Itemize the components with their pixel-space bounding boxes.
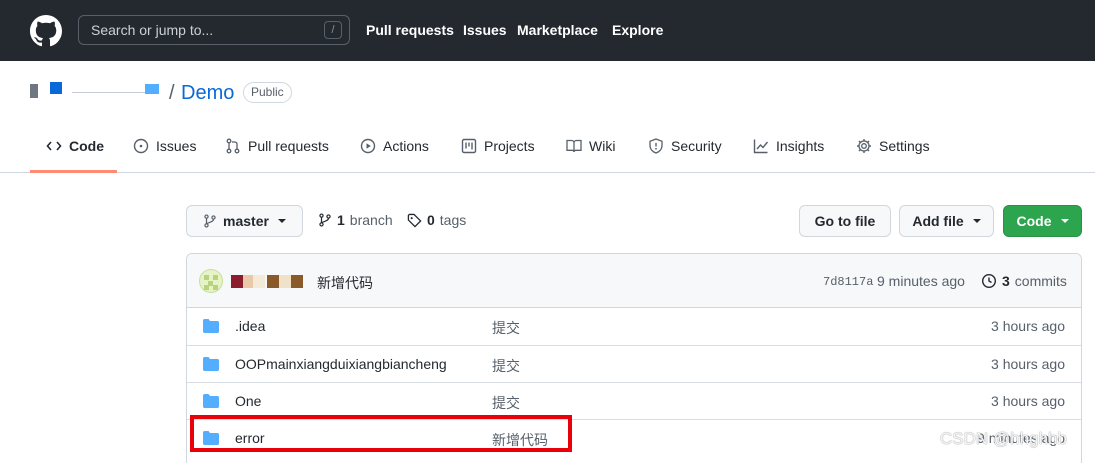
owner-name-redacted[interactable] [30,82,160,100]
tab-label: Insights [776,138,825,154]
tab-label: Projects [484,138,535,154]
file-name-link[interactable]: .idea [235,318,265,334]
file-row[interactable]: OOPmainxiangduixiangbiancheng 提交 3 hours… [187,345,1081,382]
latest-commit-bar: 新增代码 7d8117a 9 minutes ago 3 commits [187,254,1081,308]
file-name-link[interactable]: One [235,393,261,409]
file-commit-time: 3 hours ago [991,356,1065,372]
nav-marketplace[interactable]: Marketplace [517,22,598,38]
latest-commit-message[interactable]: 新增代码 [317,273,373,293]
commit-time: 9 minutes ago [877,273,965,289]
commit-hash-link[interactable]: 7d8117a [823,275,873,289]
file-commit-message[interactable]: 提交 [492,318,520,338]
search-input[interactable]: Search or jump to... / [78,15,350,45]
tab-projects[interactable]: Projects [461,138,535,154]
search-placeholder: Search or jump to... [91,22,214,38]
tab-label: Pull requests [248,138,329,154]
chevron-down-icon [972,219,981,223]
watermark: CSDN @hhghhb [940,429,1067,448]
file-commit-time: 3 hours ago [991,318,1065,334]
nav-pull-requests[interactable]: Pull requests [366,22,454,38]
file-row[interactable]: One 提交 3 hours ago [187,382,1081,419]
branches-link[interactable]: 1 branch [318,212,393,228]
tab-label: Wiki [589,138,616,154]
file-commit-message[interactable]: 提交 [492,393,520,413]
tab-insights[interactable]: Insights [753,138,824,154]
branch-name: master [223,213,269,229]
folder-icon [203,319,219,333]
code-download-button[interactable]: Code [1003,205,1082,237]
active-tab-indicator [30,170,117,173]
branch-icon [204,214,216,228]
tab-wiki[interactable]: Wiki [566,138,615,154]
annotation-highlight-box [190,415,572,452]
tags-link[interactable]: 0 tags [407,212,466,228]
branch-count: 1 [337,212,345,228]
chevron-down-icon [277,219,286,223]
branch-count-label: branch [349,212,393,228]
tab-issues[interactable]: Issues [133,138,196,154]
play-icon [360,138,376,154]
add-file-label: Add file [912,213,964,229]
chevron-down-icon [1060,219,1069,223]
avatar[interactable] [199,269,223,293]
code-button-label: Code [1016,213,1052,229]
commit-count-label: commits [1014,273,1067,289]
issue-icon [133,138,149,154]
file-commit-message[interactable]: 提交 [492,356,520,376]
commit-count: 3 [1002,273,1010,289]
tab-label: Actions [383,138,429,154]
nav-issues[interactable]: Issues [463,22,507,38]
gear-icon [857,139,871,153]
tab-label: Settings [879,138,930,154]
file-row[interactable]: .idea 提交 3 hours ago [187,308,1081,345]
shield-icon [649,138,663,154]
go-to-file-button[interactable]: Go to file [799,205,891,237]
repo-name-link[interactable]: Demo [181,82,234,105]
visibility-badge: Public [243,82,292,103]
tab-label: Code [69,138,104,154]
tag-icon [407,213,422,228]
tab-label: Security [671,138,722,154]
code-icon [46,141,62,151]
graph-icon [753,139,769,154]
tab-actions[interactable]: Actions [360,138,429,154]
top-header: Search or jump to... / Pull requests Iss… [0,0,1095,61]
tab-security[interactable]: Security [648,138,722,154]
github-logo-icon[interactable] [30,15,62,47]
history-icon [981,273,997,289]
pull-request-icon [226,138,240,154]
add-file-button[interactable]: Add file [899,205,994,237]
file-commit-time: 3 hours ago [991,393,1065,409]
project-icon [461,138,477,154]
tab-label: Issues [156,138,197,154]
file-name-link[interactable]: OOPmainxiangduixiangbiancheng [235,356,447,372]
commits-history-link[interactable]: 3 commits [981,273,1067,289]
tab-settings[interactable]: Settings [856,138,930,154]
tab-code[interactable]: Code [46,138,104,154]
branch-icon [319,213,331,227]
folder-icon [203,394,219,408]
nav-explore[interactable]: Explore [612,22,663,38]
repo-path-separator: / [169,82,175,104]
branch-select-button[interactable]: master [186,205,303,237]
tag-count: 0 [427,212,435,228]
repo-tabs: Code Issues Pull requests Actions Projec… [0,128,1095,173]
slash-shortcut-key: / [324,21,342,39]
tag-count-label: tags [439,212,467,228]
book-icon [566,139,582,153]
author-name-redacted[interactable] [231,275,307,288]
folder-icon [203,357,219,371]
tab-pull-requests[interactable]: Pull requests [225,138,329,154]
